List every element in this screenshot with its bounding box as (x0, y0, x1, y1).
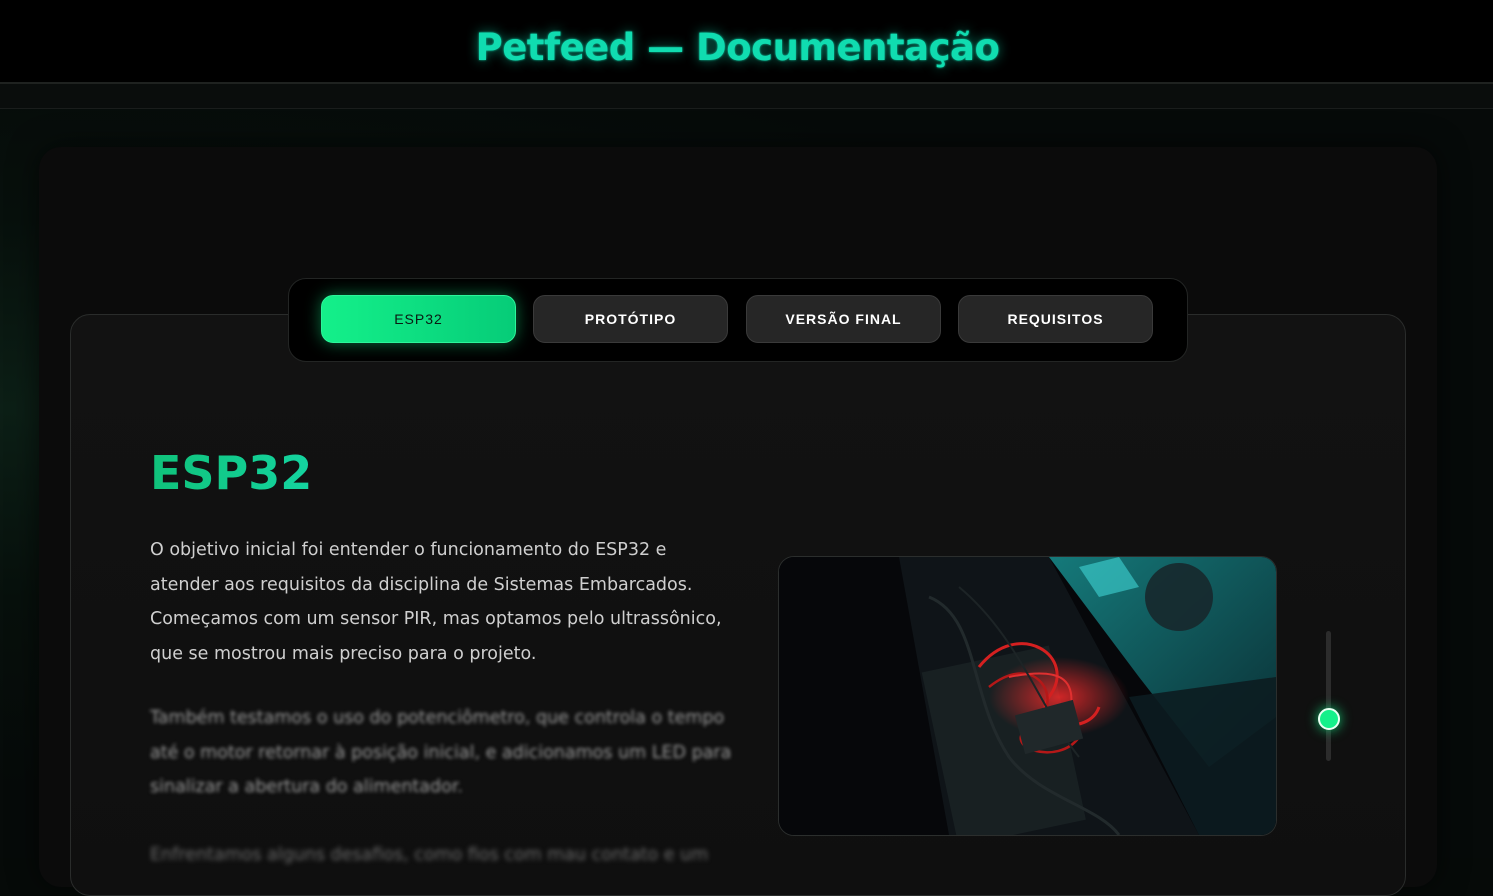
top-bar: Petfeed — Documentação (0, 0, 1493, 84)
scroll-slider-track[interactable] (1326, 631, 1331, 761)
esp32-photo-image (779, 557, 1276, 835)
section-paragraph: O objetivo inicial foi entender o funcio… (150, 540, 722, 664)
tab-versao-final[interactable]: VERSÃO FINAL (746, 295, 941, 343)
section-title: ESP32 (150, 446, 313, 500)
esp32-photo (778, 556, 1277, 836)
sub-bar (0, 84, 1493, 109)
section-paragraph: Também testamos o uso do potenciômetro, … (150, 708, 732, 797)
page-title: Petfeed — Documentação (475, 26, 1000, 69)
section-paragraph: Enfrentamos alguns desafios, como fios c… (150, 845, 709, 865)
tab-bar: ESP32 PROTÓTIPO VERSÃO FINAL REQUISITOS (288, 278, 1188, 362)
tab-prototipo[interactable]: PROTÓTIPO (533, 295, 728, 343)
tab-esp32[interactable]: ESP32 (321, 295, 516, 343)
tab-requisitos[interactable]: REQUISITOS (958, 295, 1153, 343)
